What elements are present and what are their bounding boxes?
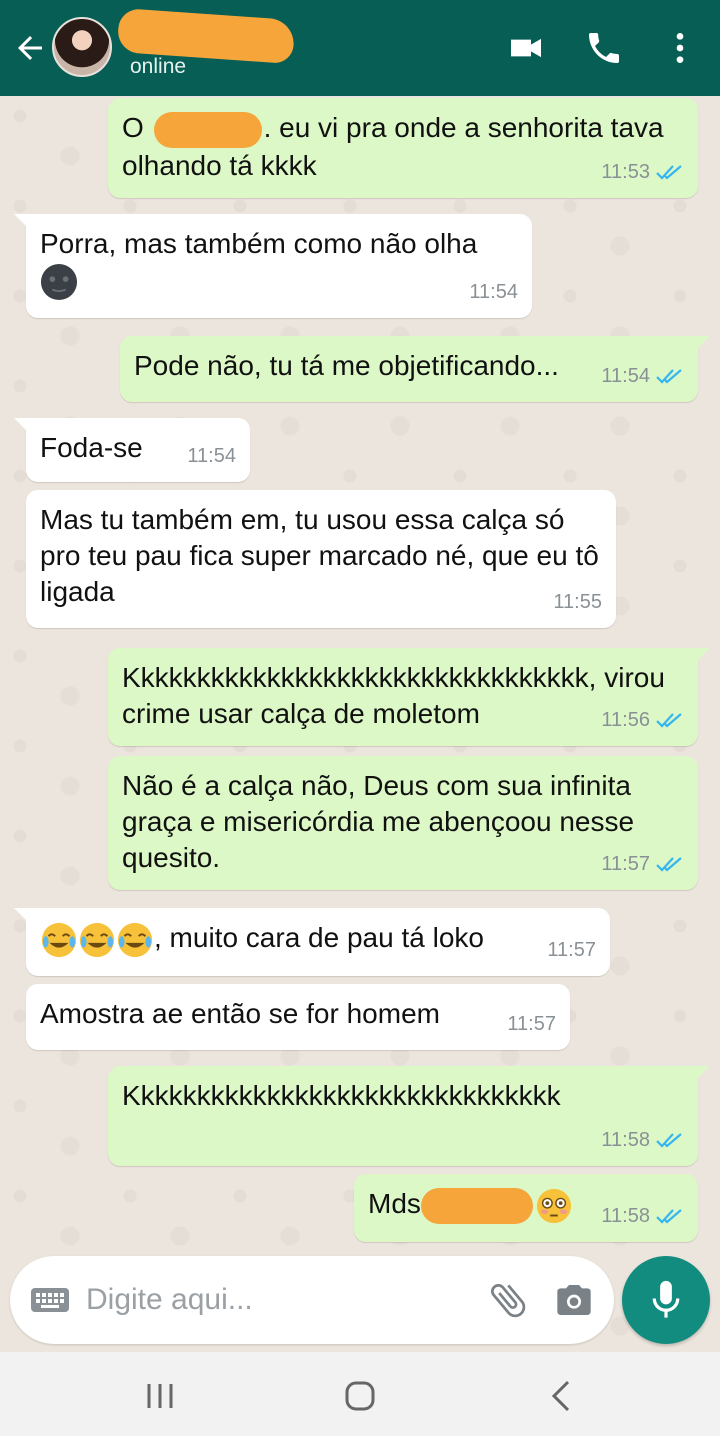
message-text: Não é a calça não, Deus com sua infinita… [122,770,635,873]
back-navigation-icon[interactable] [542,1376,582,1416]
message-outgoing[interactable]: Kkkkkkkkkkkkkkkkkkkkkkkkkkkkkkk 11:58 [108,1066,710,1166]
message-time: 11:56 [601,709,650,731]
message-text: Foda-se [40,432,143,463]
redaction-mark [153,111,262,148]
recent-apps-icon[interactable] [140,1376,180,1416]
read-ticks-icon [656,369,682,384]
camera-icon[interactable] [554,1280,594,1320]
message-incoming[interactable]: , muito cara de pau tá loko 11:57 [14,908,610,976]
system-navigation-bar [0,1352,720,1436]
message-time: 11:54 [601,365,650,387]
compose-bar [10,1256,614,1344]
message-text: Mds [368,1188,421,1219]
avatar[interactable] [52,17,112,77]
voice-message-button[interactable] [622,1256,710,1344]
redaction-mark [420,1187,533,1224]
message-incoming[interactable]: Foda-se 11:54 [14,418,250,482]
tears-of-joy-emoji-icon [79,922,115,957]
message-incoming[interactable]: Porra, mas também como não olha 11:54 [14,214,532,318]
message-outgoing[interactable]: Não é a calça não, Deus com sua infinita… [108,756,698,890]
message-time: 11:58 [601,1205,650,1227]
microphone-icon [652,1280,680,1318]
message-time: 11:57 [601,853,650,875]
message-input[interactable] [86,1276,466,1324]
message-list[interactable]: O . eu vi pra onde a senhorita tava olha… [0,96,720,1352]
tears-of-joy-emoji-icon [117,922,153,957]
message-text: Mas tu também em, tu usou essa calça só … [40,504,599,607]
message-incoming[interactable]: Mas tu também em, tu usou essa calça só … [26,490,616,628]
message-time: 11:57 [547,939,596,961]
more-vertical-icon[interactable] [660,28,700,68]
read-ticks-icon [656,713,682,728]
message-text: O [122,112,152,143]
message-outgoing[interactable]: O . eu vi pra onde a senhorita tava olha… [108,98,698,198]
chat-header: online [0,0,720,96]
read-ticks-icon [656,1133,682,1148]
tears-of-joy-emoji-icon [41,922,77,957]
message-outgoing[interactable]: Mds 11:58 [354,1174,698,1242]
read-ticks-icon [656,165,682,180]
new-moon-face-emoji-icon [40,263,78,300]
message-text: Kkkkkkkkkkkkkkkkkkkkkkkkkkkkkkk [122,1080,561,1111]
message-time: 11:55 [553,591,602,613]
message-outgoing[interactable]: Kkkkkkkkkkkkkkkkkkkkkkkkkkkkkkkkk, virou… [108,648,710,746]
arrow-left-icon[interactable] [12,30,48,66]
message-text: Porra, mas também como não olha [40,228,478,259]
message-time: 11:57 [507,1013,556,1035]
message-incoming[interactable]: Amostra ae então se for homem 11:57 [26,984,570,1050]
message-time: 11:54 [469,281,518,303]
message-time: 11:58 [601,1129,650,1151]
keyboard-icon[interactable] [30,1282,70,1318]
message-time: 11:54 [187,445,236,467]
read-ticks-icon [656,1209,682,1224]
paperclip-icon[interactable] [486,1278,530,1322]
video-camera-icon[interactable] [506,28,546,68]
home-icon[interactable] [340,1376,380,1416]
message-text: Kkkkkkkkkkkkkkkkkkkkkkkkkkkkkkkkk, virou… [122,662,665,729]
message-text: Pode não, tu tá me objetificando... [134,350,559,381]
phone-icon[interactable] [584,28,624,68]
message-outgoing[interactable]: Pode não, tu tá me objetificando... 11:5… [120,336,710,402]
contact-status: online [130,55,187,78]
read-ticks-icon [656,857,682,872]
flushed-face-emoji-icon [536,1188,572,1223]
message-time: 11:53 [601,161,650,183]
message-text: Amostra ae então se for homem [40,998,440,1029]
message-text: , muito cara de pau tá loko [154,922,484,953]
